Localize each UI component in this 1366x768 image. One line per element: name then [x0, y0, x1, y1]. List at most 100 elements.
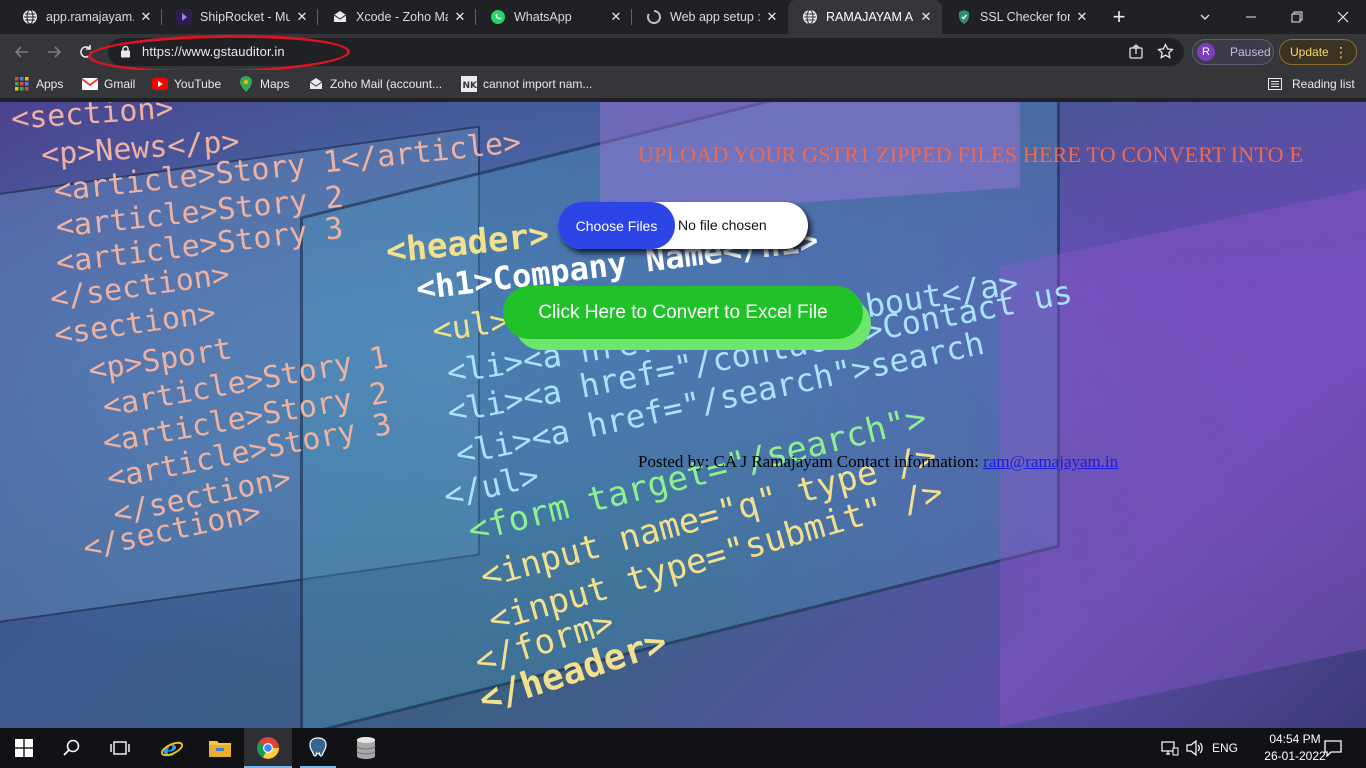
apps-grid-icon	[14, 76, 30, 92]
clock-time: 04:54 PM	[1269, 732, 1321, 746]
close-icon[interactable]: ✕	[452, 9, 468, 25]
file-status-text: No file chosen	[678, 217, 767, 233]
bookmark-label: Apps	[36, 77, 64, 91]
page-content: <section> <p>News</p> <article>Story 1</…	[0, 102, 1366, 728]
close-icon[interactable]: ✕	[1074, 9, 1090, 25]
posted-by-label: Posted by: CA J Ramajayam Contact inform…	[638, 452, 984, 471]
taskbar-search-button[interactable]	[48, 728, 96, 768]
whatsapp-icon	[490, 9, 506, 25]
tab-strip: app.ramajayam.in ✕ ShipRocket - Mul ✕ Xc…	[0, 0, 1366, 34]
tab-title: Xcode - Zoho Ma	[356, 10, 448, 24]
tab-title: Web app setup :	[670, 10, 760, 24]
forward-button[interactable]	[40, 38, 68, 66]
close-icon[interactable]: ✕	[918, 9, 934, 25]
database-icon	[356, 737, 376, 759]
minimize-button[interactable]	[1228, 0, 1274, 34]
ssl-checker-icon	[956, 9, 972, 25]
bookmark-zoho-mail[interactable]: Zoho Mail (account...	[308, 75, 442, 93]
language-indicator[interactable]: ENG	[1212, 728, 1238, 768]
task-view-button[interactable]	[96, 728, 144, 768]
bookmark-label: YouTube	[174, 77, 222, 91]
bookmark-label: Gmail	[104, 77, 136, 91]
reading-list-icon	[1268, 76, 1284, 92]
taskbar-postgresql[interactable]	[294, 728, 342, 768]
network-icon[interactable]	[1160, 728, 1180, 768]
tab-title: ShipRocket - Mul	[200, 10, 290, 24]
restore-button[interactable]	[1274, 0, 1320, 34]
bookmark-maps[interactable]: Maps	[238, 75, 289, 93]
tab-web-app-setup[interactable]: Web app setup : ✕	[632, 0, 788, 34]
notifications-icon[interactable]	[1322, 728, 1344, 768]
maps-icon	[238, 76, 254, 92]
loading-icon	[646, 9, 662, 25]
internet-explorer-icon: e	[160, 736, 184, 760]
nk-icon: NK	[461, 76, 477, 92]
profile-status: Paused	[1230, 45, 1271, 59]
tab-shiprocket[interactable]: ShipRocket - Mul ✕	[162, 0, 318, 34]
bookmark-cannot-import[interactable]: NK cannot import nam...	[461, 75, 592, 93]
bookmark-apps[interactable]: Apps	[14, 75, 63, 93]
more-menu-icon: ⋮	[1334, 44, 1348, 60]
forward-arrow-icon	[48, 46, 62, 58]
update-label: Update	[1290, 45, 1329, 59]
task-view-icon	[110, 741, 130, 755]
taskbar-database[interactable]	[342, 728, 390, 768]
bookmark-star-icon[interactable]	[1157, 42, 1174, 65]
convert-to-excel-button[interactable]: Click Here to Convert to Excel File	[503, 286, 863, 339]
tab-title: app.ramajayam.in	[46, 10, 134, 24]
tab-ssl-checker[interactable]: SSL Checker for C ✕	[942, 0, 1098, 34]
back-button[interactable]	[8, 38, 36, 66]
postgresql-icon	[309, 737, 327, 757]
shiprocket-icon	[176, 9, 192, 25]
tab-title: RAMAJAYAM AN	[826, 10, 914, 24]
choose-files-button[interactable]: Choose Files	[558, 202, 675, 249]
bookmark-youtube[interactable]: YouTube	[152, 75, 221, 93]
contact-email-link[interactable]: ram@ramajayam.in	[983, 452, 1118, 471]
start-button[interactable]	[0, 728, 48, 768]
taskbar-clock[interactable]: 04:54 PM 26-01-2022	[1264, 731, 1326, 765]
file-explorer-icon	[209, 741, 231, 757]
avatar: R	[1197, 43, 1215, 61]
bookmark-label: Zoho Mail (account...	[330, 77, 443, 91]
windows-taskbar: e ENG 04:54 PM 26-01-2022	[0, 728, 1366, 768]
windows-start-icon	[15, 739, 33, 757]
globe-icon	[802, 9, 818, 25]
clock-date: 26-01-2022	[1264, 749, 1326, 763]
bookmark-gmail[interactable]: Gmail	[82, 75, 135, 93]
taskbar-internet-explorer[interactable]: e	[148, 728, 196, 768]
back-arrow-icon	[14, 46, 28, 58]
zoho-mail-icon	[332, 9, 348, 25]
close-icon[interactable]: ✕	[294, 9, 310, 25]
new-tab-button[interactable]: +	[1106, 4, 1132, 29]
reading-list-button[interactable]: Reading list	[1268, 75, 1355, 93]
close-icon[interactable]: ✕	[138, 9, 154, 25]
youtube-icon	[152, 76, 168, 92]
volume-icon[interactable]	[1185, 728, 1205, 768]
tab-app-ramajayam[interactable]: app.ramajayam.in ✕	[8, 0, 162, 34]
search-icon	[63, 739, 80, 756]
taskbar-chrome[interactable]	[244, 728, 292, 768]
update-button[interactable]: Update ⋮	[1279, 39, 1357, 65]
close-icon[interactable]: ✕	[764, 9, 780, 25]
share-icon[interactable]	[1128, 44, 1144, 65]
globe-icon	[22, 9, 38, 25]
gmail-icon	[82, 76, 98, 92]
file-upload-input[interactable]: Choose Files No file chosen	[558, 202, 808, 249]
bookmark-label: cannot import nam...	[483, 77, 593, 91]
close-window-button[interactable]	[1320, 0, 1366, 34]
tab-ramajayam-active[interactable]: RAMAJAYAM AN ✕	[788, 0, 942, 34]
tab-title: WhatsApp	[514, 10, 572, 24]
tab-whatsapp[interactable]: WhatsApp ✕	[476, 0, 632, 34]
profile-button[interactable]: R Paused	[1192, 39, 1274, 65]
bookmarks-bar: Apps Gmail YouTube Maps Zoho Mail (accou…	[0, 70, 1366, 98]
reading-list-label: Reading list	[1292, 77, 1355, 91]
tab-search-chevron-icon[interactable]	[1182, 0, 1228, 34]
tab-zoho-mail[interactable]: Xcode - Zoho Ma ✕	[318, 0, 476, 34]
upload-heading: UPLOAD YOUR GSTR1 ZIPPED FILES HERE TO C…	[638, 142, 1304, 167]
bookmark-label: Maps	[260, 77, 290, 91]
close-icon[interactable]: ✕	[608, 9, 624, 25]
chrome-icon	[257, 737, 279, 759]
taskbar-file-explorer[interactable]	[196, 728, 244, 768]
zoho-mail-icon	[308, 76, 324, 92]
posted-by-text: Posted by: CA J Ramajayam Contact inform…	[638, 452, 1118, 472]
